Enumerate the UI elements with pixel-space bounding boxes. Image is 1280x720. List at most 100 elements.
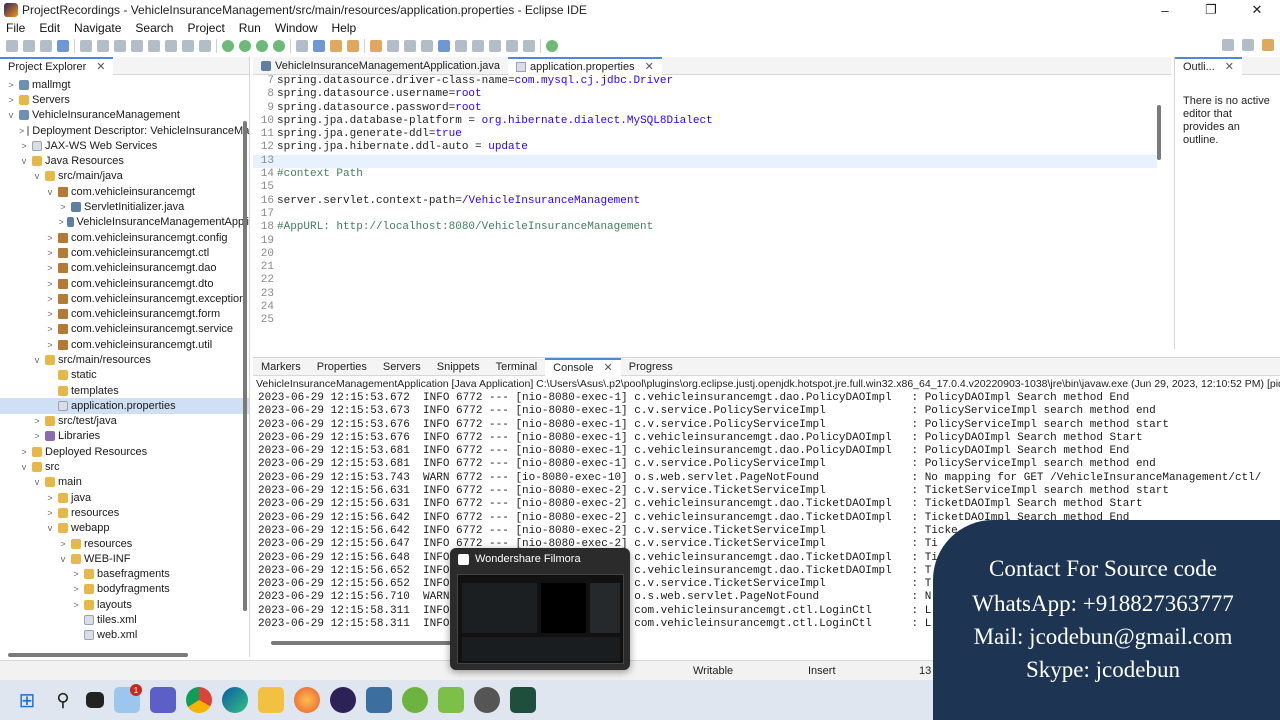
collapsed-arrow-icon[interactable]: > [71,569,81,579]
collapsed-arrow-icon[interactable]: > [32,416,42,426]
minimize-button[interactable]: – [1142,0,1188,20]
tree-item[interactable]: > resources [0,505,249,520]
taskbar-preview-popup[interactable]: Wondershare Filmora [450,548,630,670]
code-line[interactable]: 17 [253,208,1157,221]
collapsed-arrow-icon[interactable]: > [45,263,55,273]
expanded-arrow-icon[interactable]: v [45,523,55,533]
menu-navigate[interactable]: Navigate [74,21,121,35]
tree-item[interactable]: v src/main/java [0,169,249,184]
explorer-hscrollbar[interactable] [8,653,188,657]
forward-icon[interactable] [523,40,535,52]
tree-item[interactable]: v com.vehicleinsurancemgt [0,184,249,199]
terminal-icon[interactable] [57,40,69,52]
code-line[interactable]: 7 spring.datasource.driver-class-name= com… [253,75,1157,88]
expanded-arrow-icon[interactable]: v [45,187,55,197]
close-button[interactable]: ✕ [1234,0,1280,20]
tree-item[interactable]: > src/test/java [0,414,249,429]
coverage-icon[interactable] [256,40,268,52]
code-line[interactable]: 15 [253,181,1157,194]
collapsed-arrow-icon[interactable]: > [45,324,55,334]
tree-item[interactable]: > JAX-WS Web Services [0,138,249,153]
search-toolbar-icon[interactable] [438,40,450,52]
filmora-taskbar-icon[interactable] [474,687,500,713]
collapsed-arrow-icon[interactable]: > [58,539,68,549]
annotation-next-icon[interactable] [455,40,467,52]
tree-item[interactable]: > ServletInitializer.java [0,199,249,214]
file-explorer-icon[interactable] [258,687,284,713]
explorer-scrollbar[interactable] [243,121,247,611]
skip-breakpoints-icon[interactable] [80,40,92,52]
menu-window[interactable]: Window [275,21,318,35]
teams-icon[interactable] [150,687,176,713]
collapsed-arrow-icon[interactable]: > [45,248,55,258]
tree-item[interactable]: > com.vehicleinsurancemgt.form [0,306,249,321]
run-icon[interactable] [239,40,251,52]
tree-item[interactable]: tiles.xml [0,612,249,627]
tree-item[interactable]: application.properties [0,398,249,414]
close-icon[interactable]: ✕ [604,361,613,374]
collapsed-arrow-icon[interactable]: > [58,217,64,227]
menu-help[interactable]: Help [332,21,357,35]
collapsed-arrow-icon[interactable]: > [45,279,55,289]
back-icon[interactable] [506,40,518,52]
chrome-icon[interactable] [186,687,212,713]
close-icon[interactable]: ✕ [645,60,654,73]
collapsed-arrow-icon[interactable]: > [71,584,81,594]
expanded-arrow-icon[interactable]: v [19,156,29,166]
collapsed-arrow-icon[interactable]: > [45,233,55,243]
code-text[interactable]: 7 spring.datasource.driver-class-name= com… [253,75,1157,337]
code-line[interactable]: 19 [253,235,1157,248]
expanded-arrow-icon[interactable]: v [19,462,29,472]
expanded-arrow-icon[interactable]: v [58,554,68,564]
toggle-word-wrap-icon[interactable] [404,40,416,52]
tree-item[interactable]: > java [0,490,249,505]
tree-item[interactable]: > com.vehicleinsurancemgt.service [0,322,249,337]
disconnect-icon[interactable] [148,40,160,52]
tree-item[interactable]: v src [0,459,249,474]
expanded-arrow-icon[interactable]: v [32,355,42,365]
tree-item[interactable]: v src/main/resources [0,352,249,367]
tree-item[interactable]: v WEB-INF [0,551,249,566]
tree-item[interactable]: > com.vehicleinsurancemgt.dao [0,261,249,276]
tree-item[interactable]: static [0,368,249,383]
tab-markers[interactable]: Markers [253,358,309,376]
task-view-icon[interactable] [86,692,104,708]
terminal-taskbar-icon[interactable] [510,687,536,713]
menu-run[interactable]: Run [239,21,261,35]
tab-servers[interactable]: Servers [375,358,429,376]
code-line[interactable]: 14 #context Path [253,168,1157,181]
menu-project[interactable]: Project [187,21,224,35]
tree-item[interactable]: > com.vehicleinsurancemgt.exception [0,291,249,306]
tab-console[interactable]: Console ✕ [545,357,621,376]
code-line[interactable]: 21 [253,261,1157,274]
menu-edit[interactable]: Edit [39,21,60,35]
suspend-icon[interactable] [114,40,126,52]
weather-icon[interactable]: 1 [114,684,142,713]
tree-item[interactable]: v main [0,475,249,490]
search-icon[interactable] [1222,39,1234,51]
collapsed-arrow-icon[interactable]: > [19,447,29,457]
step-return-icon[interactable] [199,40,211,52]
preview-thumbnail[interactable] [457,574,624,664]
pin-editor-icon[interactable] [546,40,558,52]
expanded-arrow-icon[interactable]: v [32,171,42,181]
last-edit-icon[interactable] [489,40,501,52]
code-line[interactable]: 25 [253,314,1157,327]
external-tools-icon[interactable] [296,40,308,52]
tree-item[interactable]: > com.vehicleinsurancemgt.util [0,337,249,352]
firefox-icon[interactable] [294,687,320,713]
workbench-icon[interactable] [366,687,392,713]
tree-item[interactable]: > Libraries [0,429,249,444]
expanded-arrow-icon[interactable]: v [32,477,42,487]
save-all-icon[interactable] [40,40,52,52]
terminate-icon[interactable] [131,40,143,52]
expanded-arrow-icon[interactable]: v [6,110,16,120]
tree-item[interactable]: > resources [0,536,249,551]
save-icon[interactable] [23,40,35,52]
tab-java-file[interactable]: VehicleInsuranceManagementApplication.ja… [253,57,508,75]
tree-item[interactable]: > basefragments [0,567,249,582]
tree-item[interactable]: > Deployment Descriptor: VehicleInsurance… [0,123,249,138]
code-line[interactable]: 24 [253,301,1157,314]
show-whitespace-icon[interactable] [421,40,433,52]
step-over-icon[interactable] [182,40,194,52]
